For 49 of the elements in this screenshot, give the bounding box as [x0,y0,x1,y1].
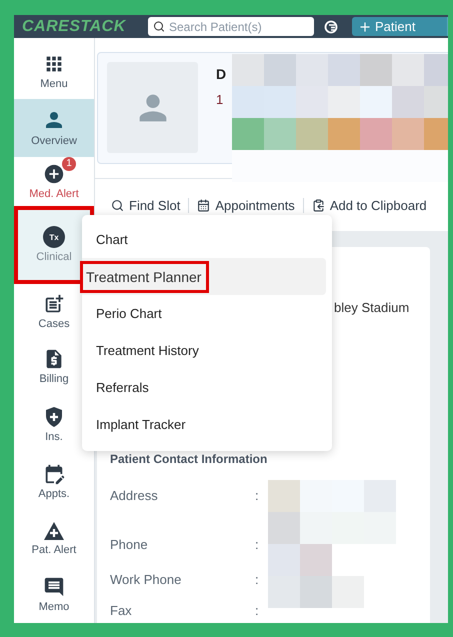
field-label: Address [110,488,159,503]
search-icon [111,198,124,212]
address-text: bley Stadium [334,300,410,315]
separator-text: : [255,572,260,587]
sidebar-item[interactable]: Memo [14,566,94,623]
logo: CARESTACK [22,18,127,36]
sidebar-item[interactable]: Menu [14,44,94,99]
sidebar-item[interactable]: 1 Med. Alert [14,157,94,206]
separator-text: : [255,537,260,552]
search-icon [153,20,165,33]
notification-badge: 1 [62,156,76,171]
field-label: Fax [110,603,133,618]
sidebar-label: Med. Alert [29,188,79,200]
clipboard-icon [312,198,325,212]
warning-plus-icon [43,520,65,541]
sidebar-item[interactable]: Appts. [14,453,94,510]
tx-icon: Tx [43,226,65,248]
toolbar-button[interactable]: Appointments [188,198,303,212]
sidebar-label: Billing [39,373,69,386]
plus-icon [358,20,372,34]
field-label: Phone [110,537,149,552]
search-field[interactable]: Search Patient(s) [148,17,314,36]
section-title: Patient Contact Information [110,452,268,466]
sidebar-item[interactable]: Pat. Alert [14,510,94,566]
sidebar-label: Menu [40,78,68,90]
sidebar-label: Clinical [36,251,72,264]
sidebar-label: Appts. [38,488,70,500]
patient-info: 1 [216,92,224,107]
note-icon [43,576,65,598]
add-patient-button[interactable]: Patient [352,17,448,36]
sidebar-label: Cases [38,318,70,330]
clipboard-plus-icon [43,292,65,315]
annotation-frame: Treatment Planner [80,260,210,292]
sidebar-label: Memo [38,601,70,614]
dropdown-option[interactable]: Treatment Planner [82,258,326,295]
toolbar-button[interactable]: Find Slot [103,198,188,212]
separator-text: : [255,603,260,618]
patient-name: D [216,66,226,82]
toolbar-button[interactable]: Add to Clipboard [302,198,435,212]
calendar-icon [197,198,210,212]
field-label: Work Phone [110,572,182,587]
separator-text: : [255,488,260,503]
sidebar-label: Overview [31,135,77,148]
history-icon[interactable] [324,20,338,34]
sidebar-label: Ins. [45,430,63,443]
sidebar-label: Pat. Alert [32,544,76,556]
calendar-icon [43,463,65,486]
shield-plus-icon [44,406,64,428]
sidebar-item[interactable]: Overview [14,98,94,158]
